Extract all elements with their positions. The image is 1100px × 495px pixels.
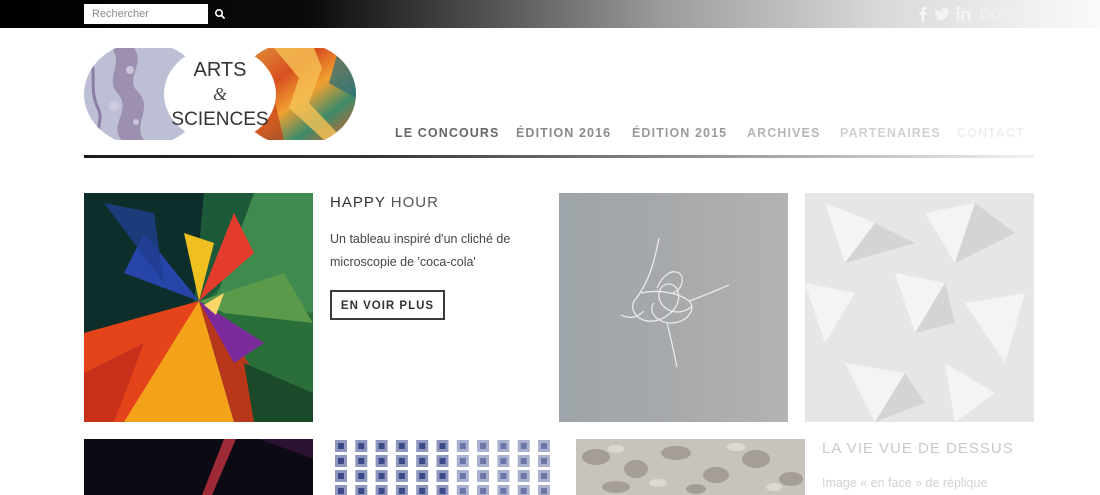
happy-hour-image[interactable] [84, 193, 313, 422]
feature-title[interactable]: HAPPY HOUR [330, 194, 439, 211]
facebook-icon[interactable] [918, 6, 928, 22]
dark-image[interactable] [84, 439, 313, 495]
docup-link[interactable]: DOC'UP [980, 6, 1036, 22]
grid-pattern-image[interactable] [335, 439, 554, 495]
nav-edition-2015[interactable]: ÉDITION 2015 [632, 126, 727, 140]
twitter-icon[interactable] [934, 6, 950, 22]
feature-description: Un tableau inspiré d'un cliché de micros… [330, 232, 511, 269]
search-input[interactable] [84, 4, 208, 24]
top-bar: DOC'UP [0, 0, 1100, 28]
logo-line2: & [213, 84, 227, 104]
row2-description: Image « en face » de réplique [822, 476, 988, 490]
fiber-image[interactable] [559, 193, 788, 422]
logo-line3: SCIENCES [171, 109, 268, 130]
logo-line1: ARTS [194, 59, 247, 81]
header-divider [84, 155, 1034, 158]
microscope-image[interactable] [576, 439, 805, 495]
crystal-image[interactable] [805, 193, 1034, 422]
nav-partenaires[interactable]: PARTENAIRES [840, 126, 941, 140]
see-more-button[interactable]: EN VOIR PLUS [330, 290, 445, 320]
row2-title[interactable]: LA VIE VUE DE DESSUS [822, 440, 1014, 457]
linkedin-icon[interactable] [956, 6, 971, 22]
arts-sciences-logo[interactable]: ARTS & SCIENCES [84, 46, 356, 142]
feature-title-first: HAPPY [330, 194, 386, 211]
nav-archives[interactable]: ARCHIVES [747, 126, 820, 140]
nav-edition-2016[interactable]: ÉDITION 2016 [516, 126, 611, 140]
nav-contact[interactable]: CONTACT [957, 126, 1025, 140]
search-icon[interactable] [212, 6, 228, 22]
feature-title-second: HOUR [390, 194, 439, 211]
nav-le-concours[interactable]: LE CONCOURS [395, 126, 499, 140]
